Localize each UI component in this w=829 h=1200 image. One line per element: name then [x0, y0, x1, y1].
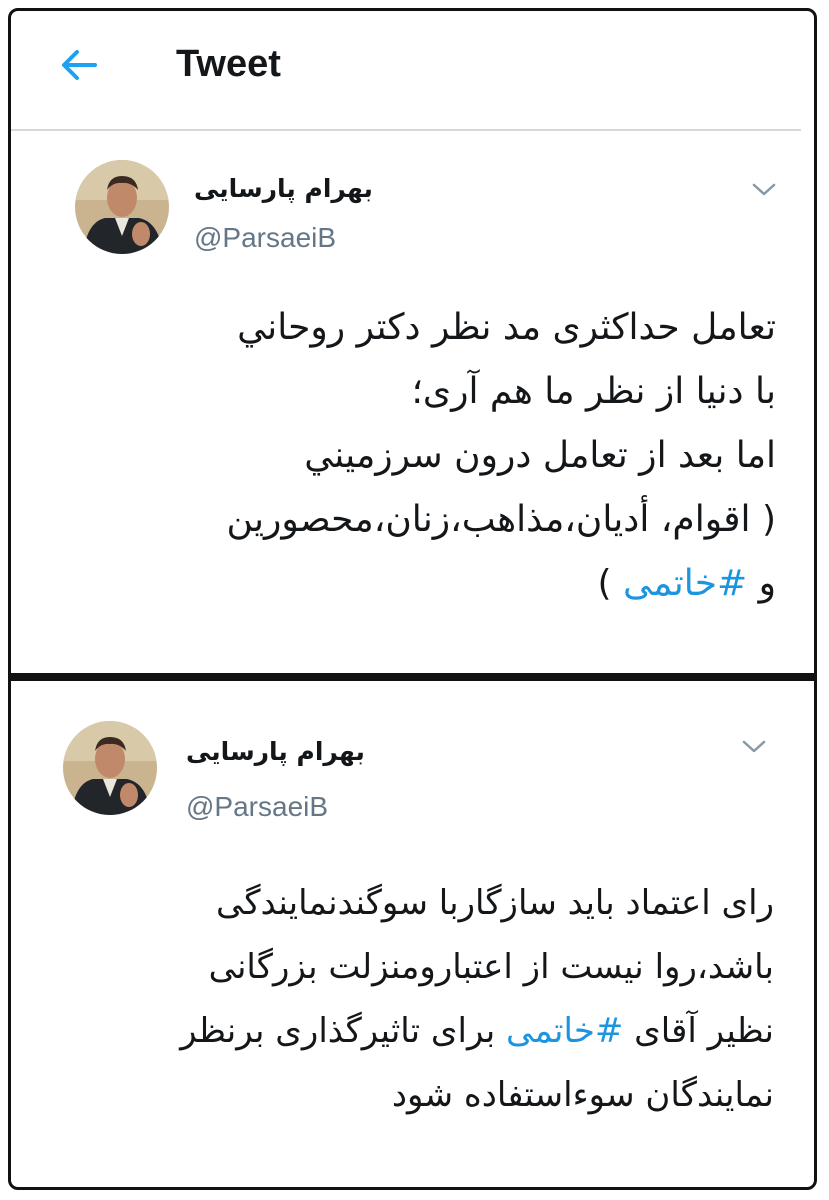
arrow-left-icon[interactable] [55, 41, 103, 89]
chevron-down-icon[interactable] [741, 739, 767, 755]
chevron-down-icon[interactable] [751, 182, 777, 198]
tweet-separator [11, 673, 814, 681]
avatar[interactable] [63, 721, 157, 815]
tweet-text-line: ( اقوام، أديان،مذاهب،زنان،محصورين [226, 499, 776, 540]
tweet-text-line: باشد،روا نیست از اعتبارومنزلت بزرگانی [208, 947, 774, 987]
tweet-text-line: و #خاتمی ) [56, 552, 776, 616]
tweet-text-line: نمایندگان سوءاستفاده شود [391, 1075, 774, 1115]
page-title: Tweet [176, 43, 281, 85]
tweet-text-line: اما بعد از تعامل درون سرزميني [304, 435, 776, 476]
author-handle[interactable]: @ParsaeiB [186, 791, 328, 823]
header-divider [11, 129, 801, 131]
hashtag-link[interactable]: #خاتمی [506, 1011, 623, 1051]
screenshot-frame: Tweet بهرام پارسایی @ParsaeiB تعامل حداك… [8, 8, 817, 1190]
tweet-text-line: نظیر آقای #خاتمی برای تاثیرگذاری برنظر [54, 999, 774, 1063]
tweet-text-line: تعامل حداكثری مد نظر دكتر روحاني [237, 307, 776, 348]
tweet-header: Tweet [11, 11, 814, 121]
author-handle[interactable]: @ParsaeiB [194, 222, 336, 254]
avatar[interactable] [75, 160, 169, 254]
tweet-text-fragment: و [747, 563, 776, 604]
tweet-text-fragment: نظیر آقای [623, 1011, 774, 1051]
tweet-text: تعامل حداكثری مد نظر دكتر روحاني با دنيا… [56, 296, 776, 616]
tweet-text-line: رای اعتماد باید سازگاربا سوگندنمایندگی [216, 883, 774, 923]
tweet-card[interactable]: بهرام پارسایی @ParsaeiB تعامل حداكثری مد… [11, 136, 814, 673]
tweet-text: رای اعتماد باید سازگاربا سوگندنمایندگی ب… [54, 871, 774, 1127]
author-name[interactable]: بهرام پارسایی [186, 737, 365, 766]
hashtag-link[interactable]: #خاتمی [623, 563, 747, 604]
tweet-text-line: با دنيا از نظر ما هم آری؛ [411, 371, 776, 412]
tweet-text-fragment: ) [597, 563, 623, 604]
tweet-card[interactable]: بهرام پارسایی @ParsaeiB رای اعتماد باید … [11, 681, 814, 1187]
author-name[interactable]: بهرام پارسایی [194, 174, 373, 203]
tweet-text-fragment: برای تاثیرگذاری برنظر [180, 1011, 506, 1051]
